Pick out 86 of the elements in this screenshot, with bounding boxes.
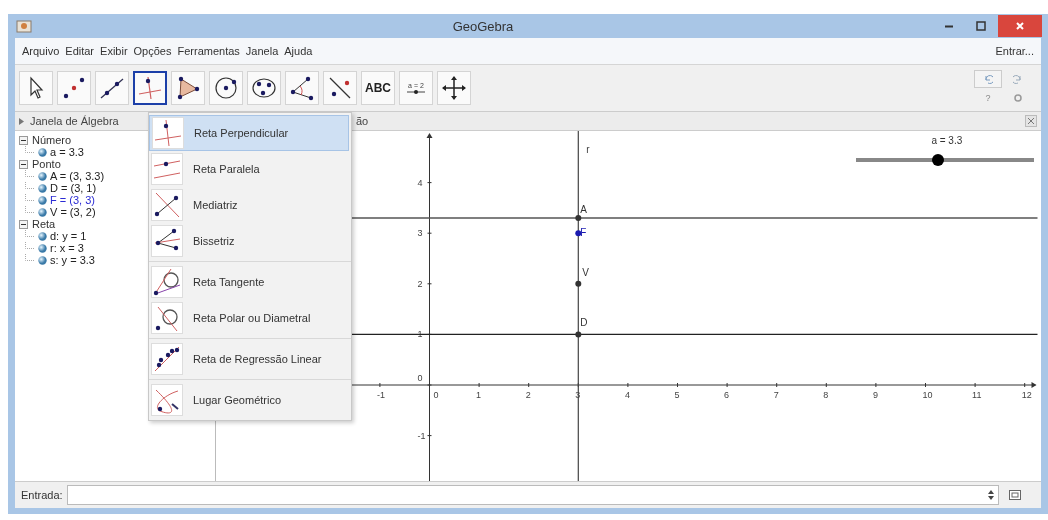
parallel-lines-icon — [151, 153, 183, 185]
x-tick-label: 10 — [922, 390, 933, 400]
x-tick-label: 4 — [624, 390, 630, 400]
menu-option[interactable]: Lugar Geométrico — [149, 382, 349, 418]
y-tick-label: 3 — [417, 228, 423, 239]
object-definition[interactable]: r: x = 3 — [50, 242, 84, 254]
circle-icon — [212, 74, 240, 102]
menu-option[interactable]: Bissetriz — [149, 223, 349, 259]
menu-item[interactable]: Ajuda — [281, 45, 316, 57]
close-icon — [1015, 21, 1025, 31]
menu-item[interactable]: Exibir — [97, 45, 131, 57]
y-tick-label: 4 — [417, 177, 423, 188]
x-tick-label: 11 — [972, 390, 982, 400]
maximize-icon — [976, 21, 986, 31]
menu-item[interactable]: Opções — [130, 45, 175, 57]
regression-line-icon — [151, 343, 183, 375]
move-arrows-icon — [440, 74, 468, 102]
app-icon — [16, 18, 32, 34]
menu-option[interactable]: Reta Tangente — [149, 264, 349, 300]
angle-bisector-icon — [151, 225, 183, 257]
object-definition[interactable]: F = (3, 3) — [50, 194, 95, 206]
menu-option[interactable]: Reta Paralela — [149, 151, 349, 187]
collapse-arrow-icon[interactable] — [19, 117, 24, 125]
keyboard-icon — [1009, 490, 1021, 500]
menu-option[interactable]: Mediatriz — [149, 187, 349, 223]
menu-option[interactable]: Reta de Regressão Linear — [149, 341, 349, 377]
menu-option[interactable]: Reta Perpendicular — [149, 115, 349, 151]
object-definition[interactable]: A = (3, 3.3) — [50, 170, 105, 182]
point-label: A — [580, 204, 587, 215]
menu-item[interactable]: Ferramentas — [174, 45, 243, 57]
x-tick-label: 7 — [773, 390, 779, 400]
y-tick-label: -1 — [417, 430, 426, 441]
collapse-icon[interactable] — [19, 135, 28, 145]
x-tick-label: 3 — [575, 390, 581, 400]
gear-icon — [1013, 93, 1023, 103]
close-button[interactable] — [998, 15, 1042, 37]
point-label: V — [582, 266, 589, 278]
panel-title: Janela de Álgebra — [30, 115, 119, 127]
panel-title: ão — [355, 115, 370, 127]
tree-category[interactable]: Reta — [32, 218, 56, 230]
x-tick-label: 5 — [674, 390, 680, 400]
x-tick-label: 9 — [872, 390, 878, 400]
x-tick-label: 6 — [724, 390, 730, 400]
redo-icon — [1013, 74, 1023, 84]
object-definition[interactable]: D = (3, 1) — [50, 182, 97, 194]
y-tick-label: 0 — [417, 373, 423, 383]
undo-icon — [983, 74, 993, 84]
collapse-icon[interactable] — [19, 219, 28, 229]
locus-icon — [151, 384, 183, 416]
perpendicular-lines-icon — [136, 74, 164, 102]
tree-category[interactable]: Ponto — [32, 158, 61, 170]
menu-option[interactable]: Reta Polar ou Diametral — [149, 300, 349, 336]
menu-item[interactable]: Arquivo — [19, 45, 63, 57]
y-tick-label: 2 — [417, 278, 423, 289]
slider-icon — [406, 88, 426, 95]
history-arrows-icon[interactable] — [988, 489, 994, 501]
x-tick-label: 2 — [525, 390, 531, 400]
object-definition[interactable]: a = 3.3 — [50, 146, 84, 158]
x-tick-label: 8 — [823, 390, 829, 400]
x-tick-label: 12 — [1021, 390, 1032, 400]
tool-button[interactable]: ABC — [361, 71, 395, 105]
x-tick-label: 1 — [476, 390, 482, 400]
collapse-icon[interactable] — [19, 159, 28, 169]
angle-icon — [288, 74, 316, 102]
window-title: GeoGebra — [451, 18, 515, 34]
minimize-icon — [944, 24, 954, 28]
input-label: Entrada: — [21, 489, 63, 501]
slider-thumb[interactable] — [931, 154, 944, 166]
input-field[interactable] — [66, 485, 999, 505]
x-tick-label: 0 — [433, 390, 439, 400]
visibility-icon[interactable] — [38, 147, 47, 157]
object-definition[interactable]: d: y = 1 — [50, 230, 87, 242]
x-tick-label: -1 — [376, 390, 385, 400]
object-definition[interactable]: s: y = 3.3 — [50, 254, 95, 266]
tool-button[interactable] — [133, 71, 167, 105]
close-icon[interactable] — [1025, 115, 1037, 127]
point-label: F — [580, 227, 587, 239]
menu-item[interactable]: Janela — [242, 45, 282, 57]
point-label: D — [580, 317, 588, 329]
menu-item[interactable]: Editar — [62, 45, 98, 57]
slider-label: a = 3.3 — [931, 135, 963, 146]
object-definition[interactable]: V = (3, 2) — [50, 206, 96, 218]
perpendicular-lines-icon — [152, 117, 184, 149]
line-label: r — [586, 144, 590, 155]
login-link[interactable]: Entrar... — [992, 45, 1037, 57]
tree-category[interactable]: Número — [32, 134, 72, 146]
